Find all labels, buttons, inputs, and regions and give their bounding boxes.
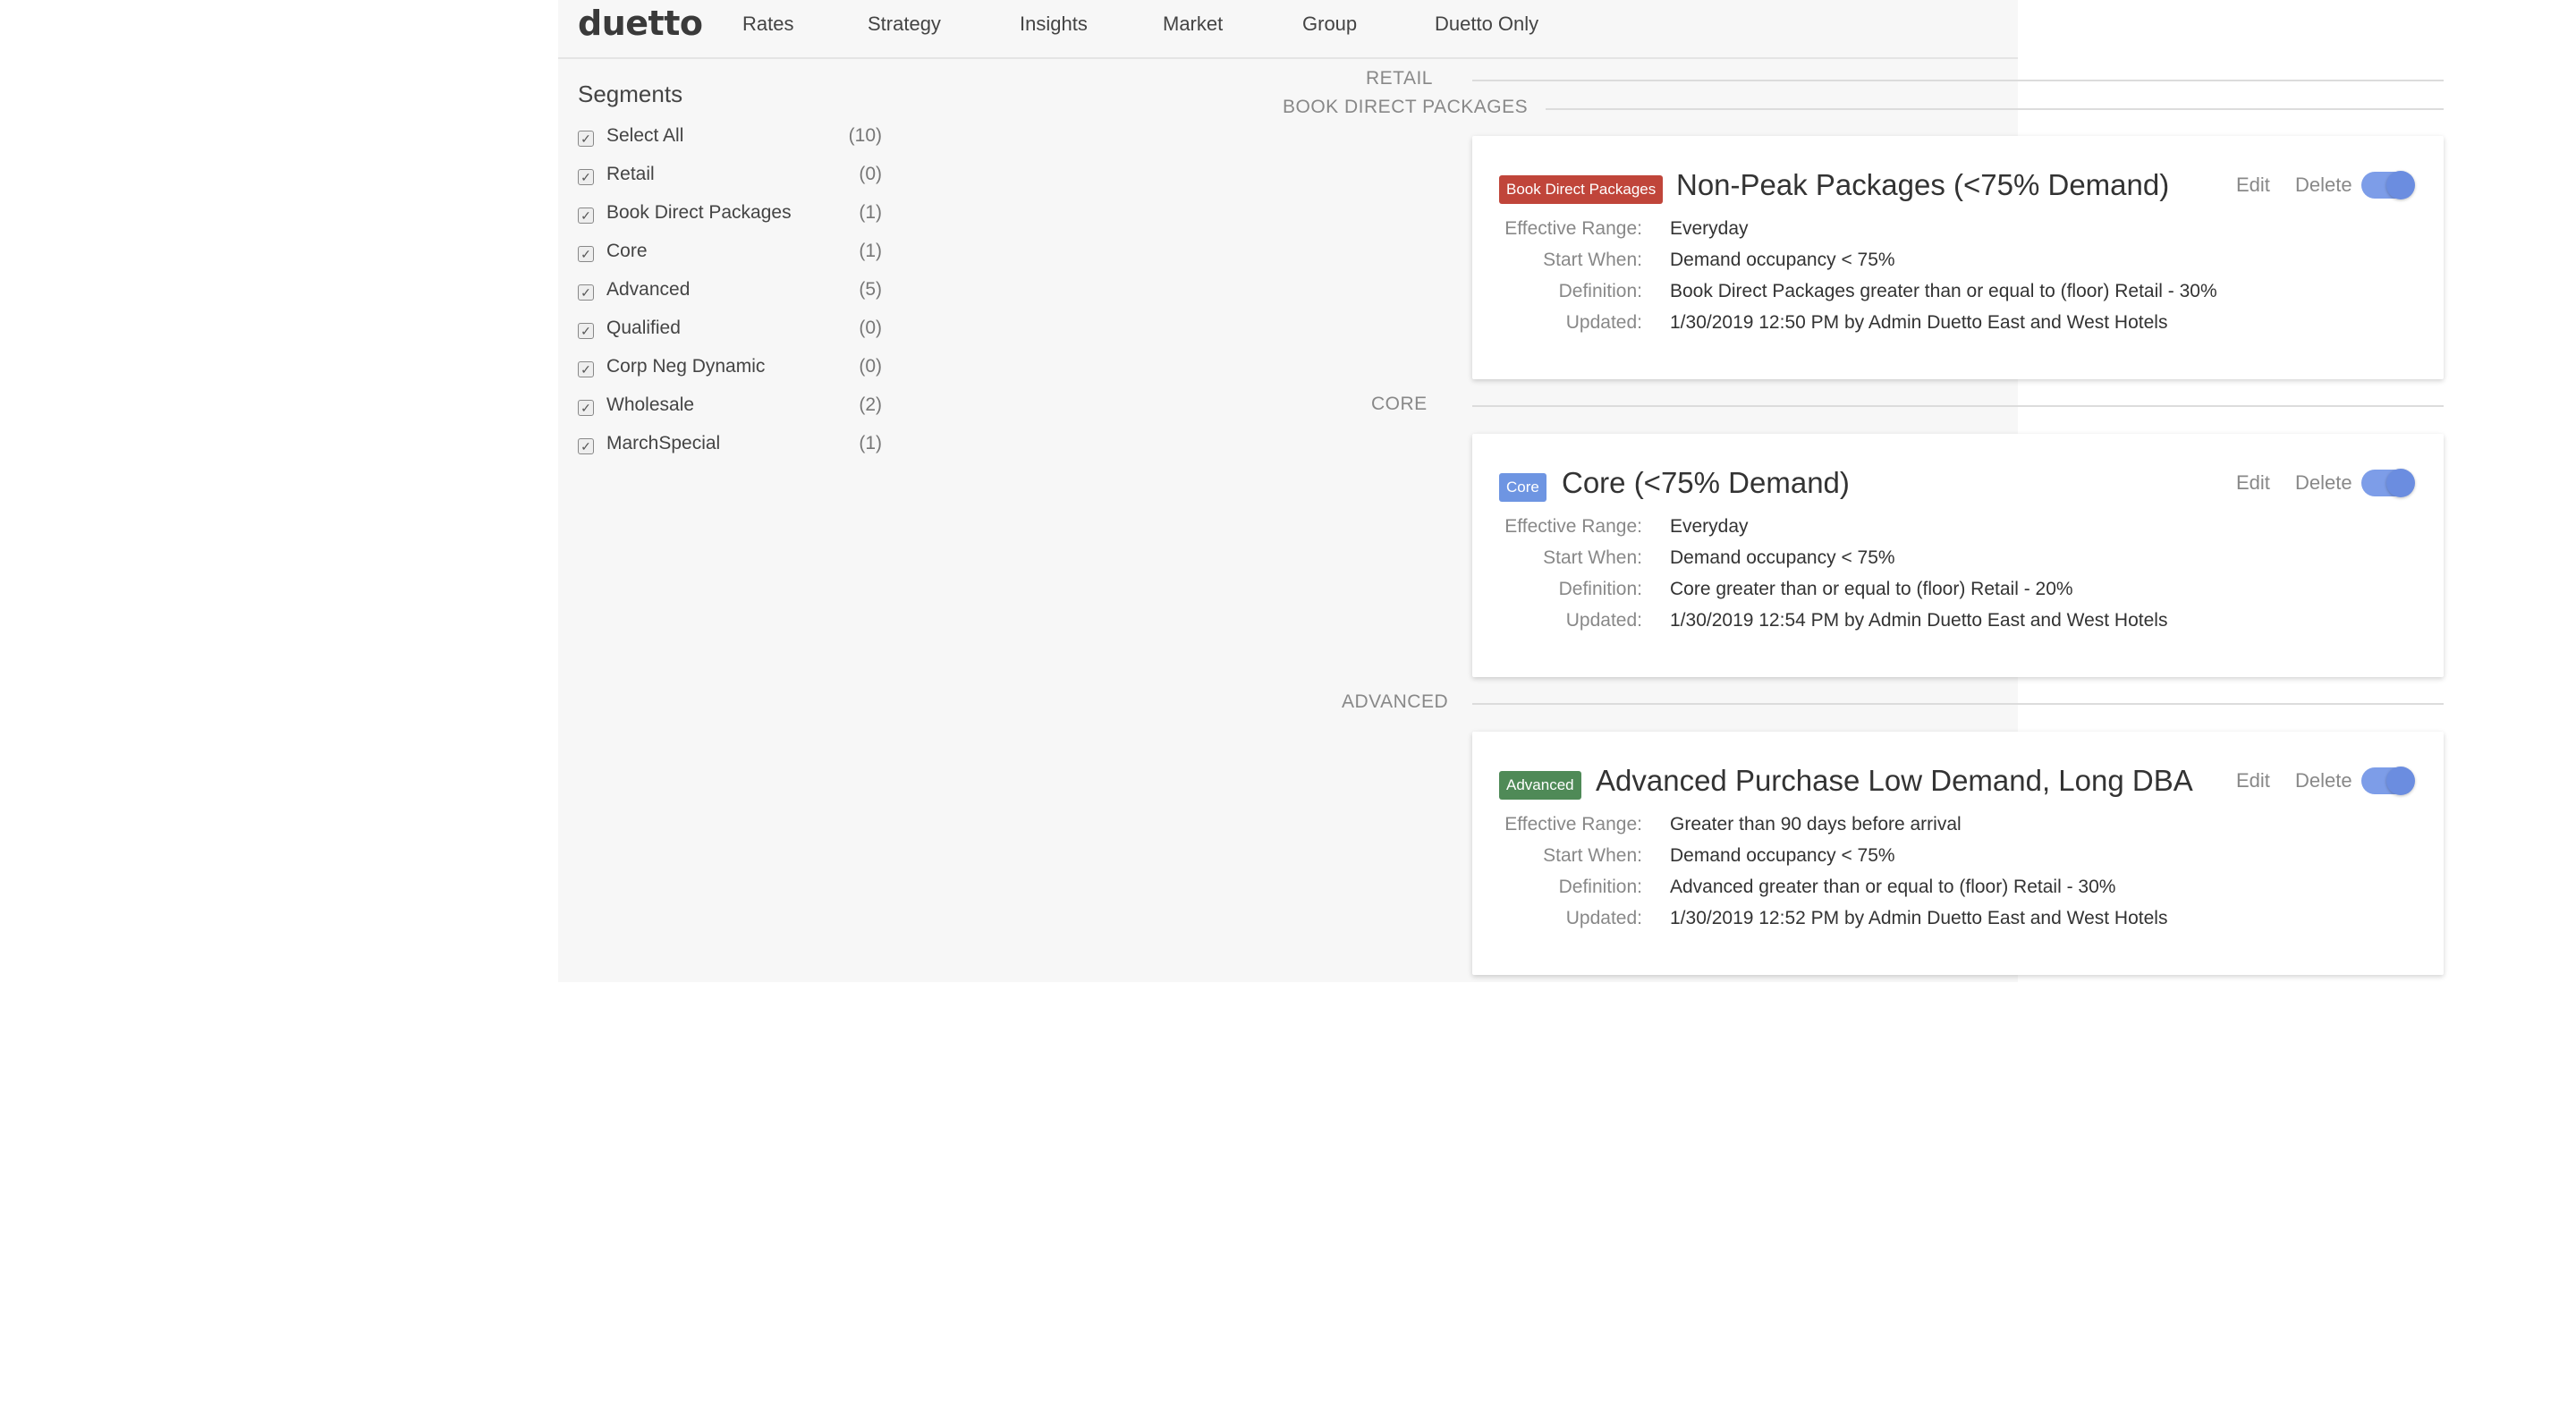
segment-label: Core xyxy=(606,241,648,261)
segment-qualified[interactable]: ✓ Qualified (0) xyxy=(578,314,882,350)
edit-link[interactable]: Edit xyxy=(2236,471,2270,495)
start-when-label: Start When: xyxy=(1543,845,1642,866)
checkbox[interactable]: ✓ xyxy=(578,131,594,147)
start-when-value: Demand occupancy < 75% xyxy=(1670,250,1895,270)
definition-label: Definition: xyxy=(1558,579,1642,599)
segment-label: Book Direct Packages xyxy=(606,202,792,223)
segment-label: Wholesale xyxy=(606,394,695,415)
effective-range-value: Everyday xyxy=(1670,218,1749,239)
checkbox[interactable]: ✓ xyxy=(578,169,594,185)
definition-value: Book Direct Packages greater than or equ… xyxy=(1670,281,2217,301)
rule-card: Book Direct Packages Non-Peak Packages (… xyxy=(1472,136,2444,379)
updated-label: Updated: xyxy=(1565,312,1642,333)
edit-link[interactable]: Edit xyxy=(2236,174,2270,197)
checkbox[interactable]: ✓ xyxy=(578,246,594,262)
top-navigation-bar: duetto Rates Strategy Insights Market Gr… xyxy=(558,0,2018,59)
segment-count: (2) xyxy=(859,394,882,415)
segment-label: Qualified xyxy=(606,318,681,338)
rule-title: Advanced Purchase Low Demand, Long DBA xyxy=(1596,764,2193,797)
edit-link[interactable]: Edit xyxy=(2236,769,2270,792)
nav-rates[interactable]: Rates xyxy=(742,13,793,36)
rule-card: Advanced Advanced Purchase Low Demand, L… xyxy=(1472,732,2444,975)
segment-badge: Advanced xyxy=(1499,771,1581,800)
definition-label: Definition: xyxy=(1558,281,1642,301)
segment-label: Retail xyxy=(606,164,655,184)
effective-range-value: Greater than 90 days before arrival xyxy=(1670,814,1962,835)
start-when-value: Demand occupancy < 75% xyxy=(1670,845,1895,866)
section-heading-retail: RETAIL xyxy=(1348,68,1451,89)
start-when-label: Start When: xyxy=(1543,250,1642,270)
rule-enabled-toggle[interactable] xyxy=(2361,171,2415,199)
delete-link[interactable]: Delete xyxy=(2295,174,2352,197)
section-divider xyxy=(1472,80,2444,81)
segment-count: (1) xyxy=(859,241,882,261)
nav-strategy[interactable]: Strategy xyxy=(868,13,941,36)
rule-enabled-toggle[interactable] xyxy=(2361,469,2415,497)
updated-value: 1/30/2019 12:52 PM by Admin Duetto East … xyxy=(1670,908,2168,928)
segment-book-direct-packages[interactable]: ✓ Book Direct Packages (1) xyxy=(578,199,882,234)
rule-enabled-toggle[interactable] xyxy=(2361,767,2415,795)
updated-label: Updated: xyxy=(1565,610,1642,631)
effective-range-label: Effective Range: xyxy=(1504,218,1642,239)
section-divider xyxy=(1472,405,2444,407)
segment-count: (0) xyxy=(859,318,882,338)
segment-badge: Core xyxy=(1499,473,1546,502)
definition-value: Core greater than or equal to (floor) Re… xyxy=(1670,579,2073,599)
segments-heading: Segments xyxy=(578,80,683,107)
nav-insights[interactable]: Insights xyxy=(1020,13,1088,36)
nav-group[interactable]: Group xyxy=(1302,13,1357,36)
checkbox[interactable]: ✓ xyxy=(578,208,594,224)
segment-retail[interactable]: ✓ Retail (0) xyxy=(578,160,882,196)
updated-label: Updated: xyxy=(1565,908,1642,928)
definition-label: Definition: xyxy=(1558,877,1642,897)
rule-card: Core Core (<75% Demand) Edit Delete Effe… xyxy=(1472,434,2444,677)
nav-duetto-only[interactable]: Duetto Only xyxy=(1435,13,1538,36)
checkbox[interactable]: ✓ xyxy=(578,323,594,339)
checkbox[interactable]: ✓ xyxy=(578,438,594,454)
segment-corp-neg-dynamic[interactable]: ✓ Corp Neg Dynamic (0) xyxy=(578,352,882,388)
segment-count: (0) xyxy=(859,356,882,377)
segment-count: (1) xyxy=(859,202,882,223)
section-heading-core: CORE xyxy=(1353,394,1445,415)
segment-select-all[interactable]: ✓ Select All (10) xyxy=(578,122,882,157)
effective-range-label: Effective Range: xyxy=(1504,814,1642,835)
segment-label: MarchSpecial xyxy=(606,433,721,453)
section-divider xyxy=(1472,108,2444,110)
effective-range-value: Everyday xyxy=(1670,516,1749,537)
app-window: duetto Rates Strategy Insights Market Gr… xyxy=(558,0,2444,982)
segment-wholesale[interactable]: ✓ Wholesale (2) xyxy=(578,391,882,427)
segment-marchspecial[interactable]: ✓ MarchSpecial (1) xyxy=(578,429,882,465)
segment-count: (10) xyxy=(848,125,882,146)
definition-value: Advanced greater than or equal to (floor… xyxy=(1670,877,2116,897)
segment-label: Select All xyxy=(606,125,684,146)
segment-advanced[interactable]: ✓ Advanced (5) xyxy=(578,275,882,311)
duetto-logo[interactable]: duetto xyxy=(578,4,703,43)
start-when-value: Demand occupancy < 75% xyxy=(1670,547,1895,568)
checkbox[interactable]: ✓ xyxy=(578,284,594,301)
segment-count: (1) xyxy=(859,433,882,453)
segment-core[interactable]: ✓ Core (1) xyxy=(578,237,882,273)
segment-count: (5) xyxy=(859,279,882,300)
segment-label: Advanced xyxy=(606,279,691,300)
section-heading-advanced: ADVANCED xyxy=(1324,691,1467,713)
delete-link[interactable]: Delete xyxy=(2295,769,2352,792)
segment-label: Corp Neg Dynamic xyxy=(606,356,766,377)
section-heading-book-direct: BOOK DIRECT PACKAGES xyxy=(1265,97,1546,118)
nav-market[interactable]: Market xyxy=(1163,13,1223,36)
section-divider xyxy=(1472,703,2444,705)
toggle-knob xyxy=(2386,469,2415,497)
rule-title: Core (<75% Demand) xyxy=(1562,466,1850,499)
updated-value: 1/30/2019 12:50 PM by Admin Duetto East … xyxy=(1670,312,2168,333)
rule-title: Non-Peak Packages (<75% Demand) xyxy=(1676,168,2170,201)
segment-badge: Book Direct Packages xyxy=(1499,175,1664,204)
checkbox[interactable]: ✓ xyxy=(578,400,594,416)
checkbox[interactable]: ✓ xyxy=(578,361,594,377)
segment-count: (0) xyxy=(859,164,882,184)
updated-value: 1/30/2019 12:54 PM by Admin Duetto East … xyxy=(1670,610,2168,631)
toggle-knob xyxy=(2386,767,2415,795)
start-when-label: Start When: xyxy=(1543,547,1642,568)
toggle-knob xyxy=(2386,171,2415,199)
effective-range-label: Effective Range: xyxy=(1504,516,1642,537)
delete-link[interactable]: Delete xyxy=(2295,471,2352,495)
